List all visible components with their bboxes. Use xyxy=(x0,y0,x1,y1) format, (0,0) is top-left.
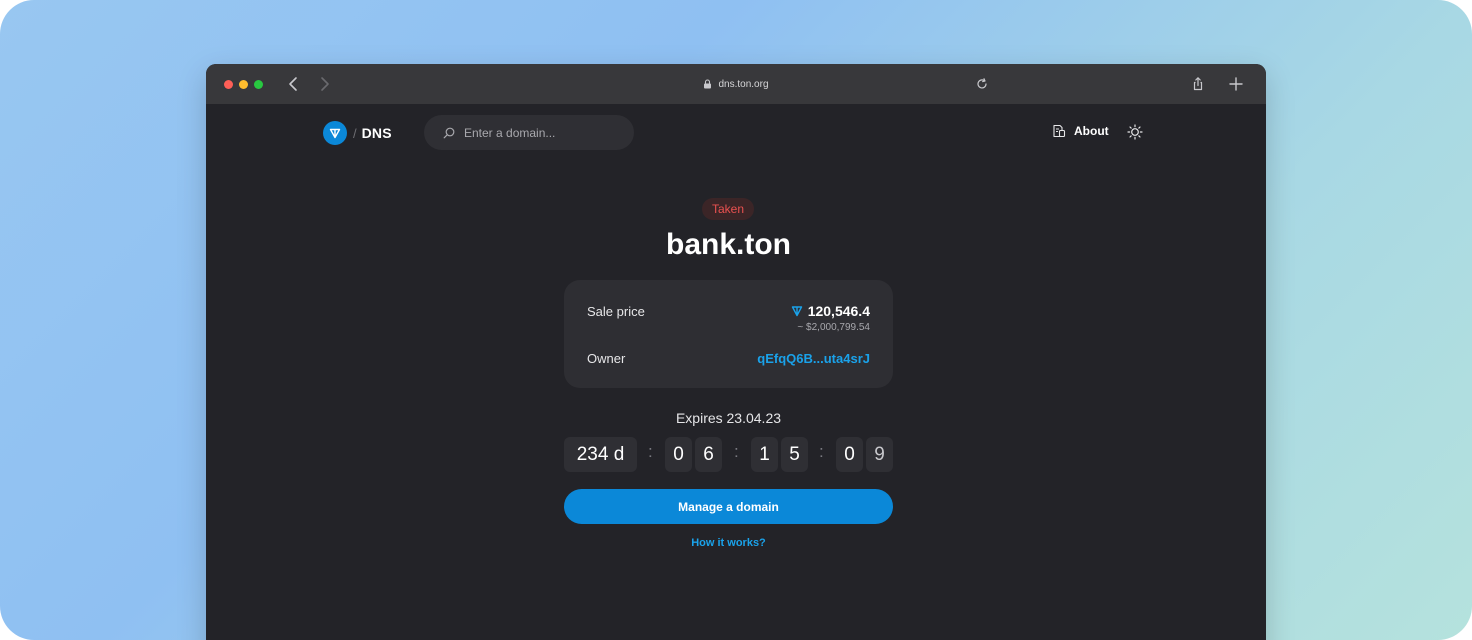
about-icon xyxy=(1053,124,1066,138)
about-label: About xyxy=(1074,124,1109,138)
timer-seconds-ones: 9 xyxy=(866,437,893,472)
sale-price-label: Sale price xyxy=(587,304,645,319)
status-badge: Taken xyxy=(702,198,754,220)
new-tab-icon[interactable] xyxy=(1228,76,1244,92)
timer-seconds-tens: 0 xyxy=(836,437,863,472)
search-icon xyxy=(443,127,455,138)
url-text[interactable]: dns.ton.org xyxy=(718,79,768,90)
browser-window: dns.ton.org / DNS About xyxy=(206,64,1266,640)
logo-slash: / xyxy=(353,125,357,141)
timer-separator: : xyxy=(648,442,653,461)
owner-label: Owner xyxy=(587,351,626,366)
theme-icon[interactable] xyxy=(1127,124,1143,140)
minimize-window-button[interactable] xyxy=(239,80,248,89)
sale-price-value: 120,546.4 xyxy=(807,303,870,319)
lock-icon xyxy=(704,79,712,89)
manage-domain-button[interactable]: Manage a domain xyxy=(564,489,893,524)
how-it-works-link[interactable]: How it works? xyxy=(206,537,1251,549)
logo-text: DNS xyxy=(361,125,392,141)
domain-info-card: Sale price 120,546.4 ~ $2,000,799.54 Own… xyxy=(564,280,893,388)
forward-icon[interactable] xyxy=(314,74,334,94)
address-bar: dns.ton.org xyxy=(206,64,1266,104)
ton-currency-icon xyxy=(791,306,802,317)
search-box[interactable] xyxy=(424,115,634,150)
timer-hours-tens: 0 xyxy=(665,437,692,472)
domain-name: bank.ton xyxy=(666,228,791,261)
owner-address-link[interactable]: qEfqQ6B...uta4srJ xyxy=(757,351,870,366)
close-window-button[interactable] xyxy=(224,80,233,89)
back-icon[interactable] xyxy=(284,74,304,94)
timer-minutes-tens: 1 xyxy=(751,437,778,472)
timer-hours-ones: 6 xyxy=(695,437,722,472)
sale-price: 120,546.4 xyxy=(791,303,870,319)
timer-minutes-ones: 5 xyxy=(781,437,808,472)
logo[interactable]: / DNS xyxy=(323,121,392,145)
search-input[interactable] xyxy=(462,124,626,141)
browser-toolbar: dns.ton.org xyxy=(206,64,1266,104)
dns-page: / DNS About Taken bank.ton Sale price 12… xyxy=(206,104,1266,640)
timer-separator: : xyxy=(819,442,824,461)
expires-text: Expires 23.04.23 xyxy=(675,410,782,426)
share-icon[interactable] xyxy=(1190,76,1206,92)
desktop-background: dns.ton.org / DNS About xyxy=(0,0,1472,640)
ton-logo-icon xyxy=(323,121,347,145)
timer-days: 234 d xyxy=(564,437,637,472)
sale-price-usd: ~ $2,000,799.54 xyxy=(797,322,870,333)
about-link[interactable]: About xyxy=(1052,124,1109,138)
timer-separator: : xyxy=(734,442,739,461)
zoom-window-button[interactable] xyxy=(254,80,263,89)
reload-icon[interactable] xyxy=(975,77,989,91)
